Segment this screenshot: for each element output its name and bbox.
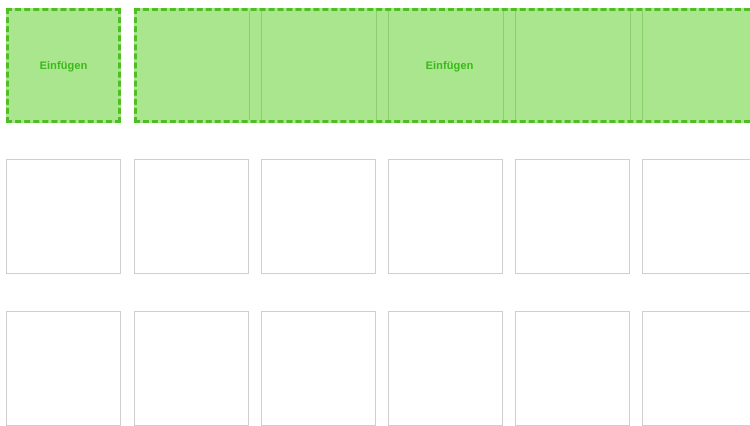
drop-zone-label: Einfügen <box>425 59 474 72</box>
grid-slot[interactable] <box>515 159 630 274</box>
grid-slot[interactable] <box>642 159 750 274</box>
grid-slot[interactable] <box>261 159 376 274</box>
grid-slot[interactable] <box>515 311 630 426</box>
grid-slot[interactable] <box>261 311 376 426</box>
grid-slot[interactable] <box>388 159 503 274</box>
drop-zone-single[interactable]: Einfügen <box>6 8 121 123</box>
drop-zone-wide[interactable]: Einfügen <box>134 8 750 123</box>
grid-slot[interactable] <box>6 311 121 426</box>
grid-slot[interactable] <box>134 159 249 274</box>
grid-slot[interactable] <box>388 311 503 426</box>
grid-slot[interactable] <box>642 311 750 426</box>
grid-slot[interactable] <box>134 311 249 426</box>
grid-slot[interactable] <box>6 159 121 274</box>
drop-zone-label: Einfügen <box>39 59 88 72</box>
